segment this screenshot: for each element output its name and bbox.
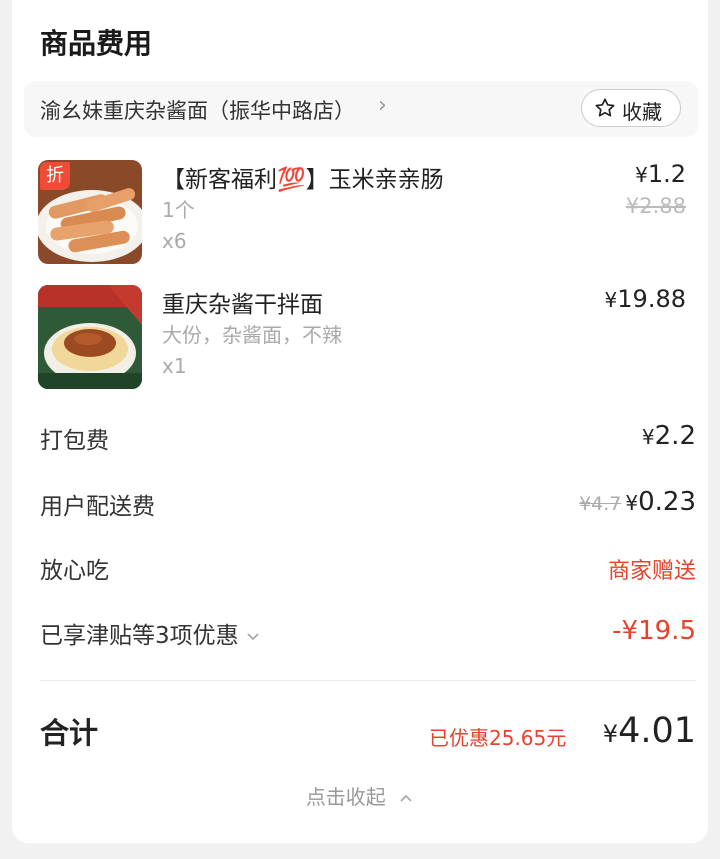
discount-amount: -¥19.5 xyxy=(612,616,696,646)
chevron-down-icon xyxy=(247,633,259,641)
chevron-up-icon xyxy=(400,794,412,802)
item-price: ¥19.88 xyxy=(605,285,686,313)
shop-name[interactable]: 渝幺妹重庆杂酱面（振华中路店） xyxy=(40,95,355,125)
favorite-button[interactable]: 收藏 xyxy=(581,89,681,127)
product-image xyxy=(38,285,142,389)
item-price-value: 1.2 xyxy=(647,160,686,188)
saved-amount: 已优惠25.65元 xyxy=(429,726,567,750)
collapse-label: 点击收起 xyxy=(305,785,386,809)
list-item[interactable]: 重庆杂酱干拌面 大份，杂酱面，不辣 x1 ¥19.88 xyxy=(38,285,698,389)
delivery-fee-row: 用户配送费 ¥4.7 ¥0.23 xyxy=(40,487,696,527)
fee-card: 商品费用 渝幺妹重庆杂酱面（振华中路店） › 收藏 折 【新客福利💯】玉米亲亲肠… xyxy=(12,0,708,843)
list-item[interactable]: 折 【新客福利💯】玉米亲亲肠 1个 x6 ¥1.2 ¥2.88 xyxy=(38,160,698,264)
item-name: 【新客福利💯】玉米亲亲肠 xyxy=(162,167,444,193)
divider xyxy=(40,680,696,681)
item-price: ¥1.2 xyxy=(635,160,686,188)
delivery-fee-value: 0.23 xyxy=(638,487,696,517)
packing-fee-row: 打包费 ¥2.2 xyxy=(40,421,696,461)
section-title: 商品费用 xyxy=(40,27,153,60)
discount-badge: 折 xyxy=(40,162,70,190)
safe-eat-value: 商家赠送 xyxy=(607,559,696,584)
currency-symbol: ¥ xyxy=(635,163,648,187)
packing-fee-label: 打包费 xyxy=(40,428,109,454)
favorite-label: 收藏 xyxy=(622,100,662,124)
item-spec: 1个 xyxy=(162,198,195,222)
currency-symbol: ¥ xyxy=(604,288,618,312)
collapse-button[interactable]: 点击收起 xyxy=(12,781,708,810)
product-image: 折 xyxy=(38,160,142,264)
item-name: 重庆杂酱干拌面 xyxy=(162,292,323,318)
total-amount: ¥4.01 xyxy=(603,711,696,751)
discount-row[interactable]: 已享津贴等3项优惠 -¥19.5 xyxy=(40,616,696,656)
shop-bar[interactable]: 渝幺妹重庆杂酱面（振华中路店） › 收藏 xyxy=(24,81,698,137)
item-quantity: x1 xyxy=(162,354,187,378)
packing-fee-amount: ¥2.2 xyxy=(642,421,696,451)
safe-eat-row: 放心吃 商家赠送 xyxy=(40,551,696,591)
discount-label[interactable]: 已享津贴等3项优惠 xyxy=(40,616,261,650)
delivery-fee-label: 用户配送费 xyxy=(40,494,155,520)
delivery-fee-original: ¥4.7 xyxy=(579,493,622,515)
item-original-price: ¥2.88 xyxy=(625,194,686,218)
item-price-value: 19.88 xyxy=(617,285,686,313)
chevron-right-icon: › xyxy=(378,93,387,118)
total-label: 合计 xyxy=(40,716,99,750)
item-spec: 大份，杂酱面，不辣 xyxy=(162,323,342,347)
total-value: 4.01 xyxy=(618,711,696,751)
discount-label-text: 已享津贴等3项优惠 xyxy=(40,623,239,649)
currency-symbol: ¥ xyxy=(641,425,655,449)
star-icon xyxy=(595,98,615,117)
item-quantity: x6 xyxy=(162,229,187,253)
currency-symbol: ¥ xyxy=(625,491,639,515)
safe-eat-label: 放心吃 xyxy=(40,558,109,584)
delivery-fee-amount: ¥4.7 ¥0.23 xyxy=(579,487,696,517)
currency-symbol: ¥ xyxy=(602,720,619,748)
packing-fee-value: 2.2 xyxy=(654,421,696,451)
